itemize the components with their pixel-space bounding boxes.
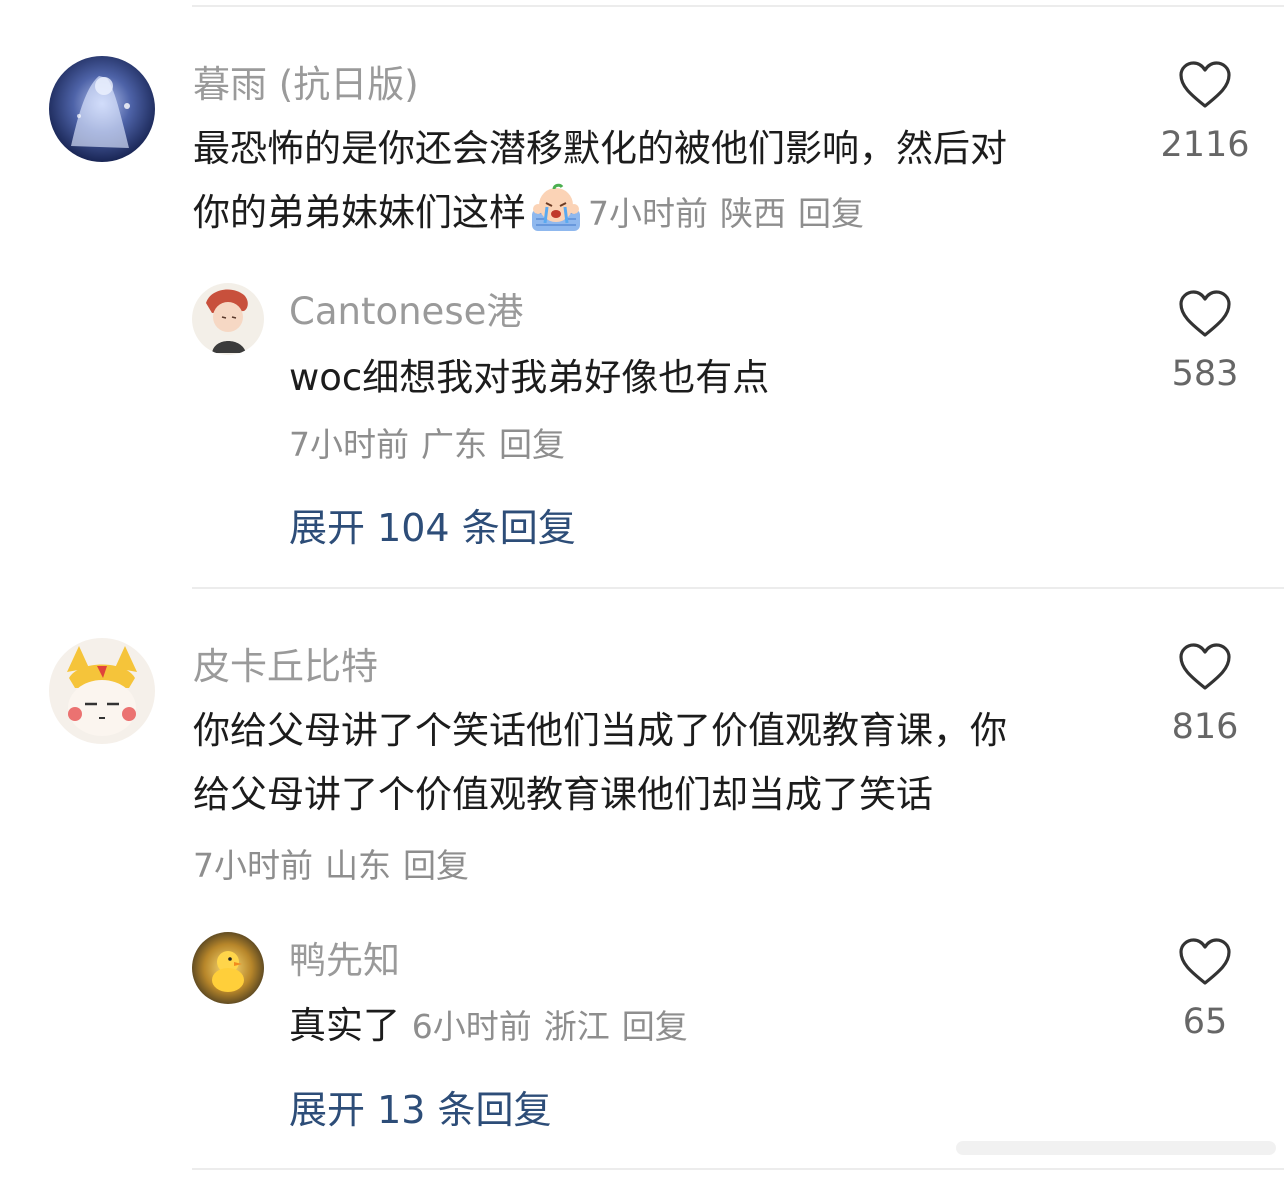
crying-face-emoji-icon — [532, 183, 580, 231]
reply-button[interactable]: 回复 — [798, 194, 864, 233]
divider — [192, 587, 1284, 589]
like-count: 816 — [1171, 707, 1239, 747]
comment-text: 你给父母讲了个笑话他们当成了价值观教育课，你 给父母讲了个价值观教育课他们却当成… — [193, 699, 1007, 827]
avatar-muyu[interactable] — [49, 56, 155, 162]
reply-location: 浙江 — [543, 1007, 610, 1046]
comment-location: 山东 — [325, 846, 391, 885]
avatar-pikachu[interactable] — [49, 638, 155, 744]
watermark-icon — [956, 1141, 1276, 1155]
like-count: 2116 — [1160, 125, 1250, 165]
heart-outline-icon — [1179, 290, 1231, 337]
reply-button[interactable]: 回复 — [622, 1007, 688, 1046]
comment-time: 7小时前 — [588, 194, 708, 233]
comment-meta: 7小时前 陕西 回复 — [588, 194, 876, 233]
like-count: 65 — [1182, 1002, 1228, 1042]
comment-text-line: 最恐怖的是你还会潜移默化的被他们影响，然后对 — [193, 127, 1007, 170]
expand-replies-link[interactable]: 展开 13 条回复 — [289, 1091, 552, 1129]
reply-username[interactable]: Cantonese港 — [289, 293, 523, 330]
like-button[interactable]: 2116 — [1160, 60, 1250, 163]
divider-bottom — [192, 1168, 1284, 1170]
comment-meta: 7小时前 山东 回复 — [193, 849, 481, 882]
reply-time: 7小时前 — [289, 425, 409, 464]
reply-time: 6小时前 — [411, 1007, 532, 1046]
reply-meta: 6小时前 浙江 回复 — [412, 1007, 700, 1046]
comment-time: 7小时前 — [193, 846, 313, 885]
like-count: 583 — [1171, 354, 1239, 394]
reply-text: 真实了 6小时前 浙江 回复 — [289, 994, 700, 1059]
reply-text-body: 真实了 — [289, 1004, 400, 1047]
heart-outline-icon — [1179, 938, 1231, 985]
reply-location: 广东 — [421, 425, 487, 464]
comment-text-line-with-meta: 你的弟弟妹妹们这样 7小时前 陕西 回复 — [193, 181, 1007, 246]
reply-meta: 7小时前 广东 回复 — [289, 428, 577, 461]
comment-text-line: 给父母讲了个价值观教育课他们却当成了笑话 — [193, 773, 933, 816]
like-button[interactable]: 583 — [1160, 289, 1250, 392]
heart-outline-icon — [1179, 61, 1231, 108]
reply-username[interactable]: 鸭先知 — [289, 942, 400, 979]
like-button[interactable]: 816 — [1160, 642, 1250, 745]
avatar-duck[interactable] — [192, 932, 264, 1004]
comment-text-line: 你的弟弟妹妹们这样 — [193, 191, 526, 234]
expand-replies-link[interactable]: 展开 104 条回复 — [289, 509, 576, 547]
comment-text-line: 你给父母讲了个笑话他们当成了价值观教育课，你 — [193, 709, 1007, 752]
reply-text: woc细想我对我弟好像也有点 — [289, 356, 770, 399]
avatar-cantonese[interactable] — [192, 283, 264, 355]
divider-top — [192, 5, 1284, 7]
comment-location: 陕西 — [720, 194, 786, 233]
comment-username[interactable]: 皮卡丘比特 — [193, 648, 378, 685]
comment-username[interactable]: 暮雨 (抗日版) — [193, 66, 419, 103]
like-button[interactable]: 65 — [1160, 937, 1250, 1040]
reply-button[interactable]: 回复 — [403, 846, 469, 885]
reply-button[interactable]: 回复 — [499, 425, 565, 464]
comment-text: 最恐怖的是你还会潜移默化的被他们影响，然后对 你的弟弟妹妹们这样 7小时前 陕西回… — [193, 117, 1007, 246]
heart-outline-icon — [1179, 643, 1231, 690]
